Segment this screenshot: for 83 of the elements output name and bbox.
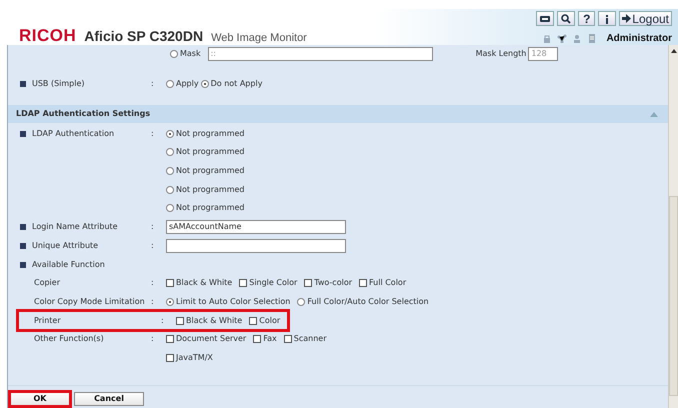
info-icon[interactable] xyxy=(598,11,616,26)
checkbox[interactable] xyxy=(166,279,174,288)
option-label: Single Color xyxy=(249,277,298,290)
radio-button[interactable] xyxy=(166,204,174,212)
document-icon xyxy=(587,34,598,43)
checkbox[interactable] xyxy=(249,316,258,325)
radio-button[interactable] xyxy=(166,130,174,138)
radio-button[interactable] xyxy=(166,167,174,176)
checkbox[interactable] xyxy=(239,279,248,288)
checkbox[interactable] xyxy=(176,316,184,325)
option-label: Do not Apply xyxy=(210,78,262,90)
colon: : xyxy=(151,128,155,140)
bullet-icon xyxy=(20,262,26,268)
section-title: LDAP Authentication Settings xyxy=(16,108,150,120)
colon: : xyxy=(151,78,155,90)
colon: : xyxy=(151,333,155,346)
bullet-icon xyxy=(20,81,26,88)
lock-icon xyxy=(542,34,552,43)
colon: : xyxy=(151,277,155,290)
option-label: Not programmed xyxy=(176,165,244,178)
text-field[interactable] xyxy=(166,238,346,253)
option-label: Scanner xyxy=(294,333,326,346)
bullet-icon xyxy=(20,224,26,230)
colon: : xyxy=(151,240,155,252)
field-label: Other Function(s) xyxy=(34,333,104,346)
option-label: Not programmed xyxy=(176,184,244,196)
radio-button[interactable] xyxy=(166,148,174,156)
colon: : xyxy=(161,314,165,327)
option-label: Fax xyxy=(263,333,277,346)
option-label: Color xyxy=(259,314,280,327)
model-name: Aficio SP C320DN xyxy=(84,27,204,46)
field-label: Mask Length xyxy=(476,48,526,60)
option-label: Limit to Auto Color Selection xyxy=(176,296,290,308)
radio-button[interactable] xyxy=(166,298,174,306)
user-icon xyxy=(572,34,582,43)
radio-button[interactable] xyxy=(297,298,306,306)
logout-button[interactable]: Logout xyxy=(619,11,672,26)
bullet-icon xyxy=(20,130,26,137)
colon: : xyxy=(151,296,155,308)
brand-logo: RICOH xyxy=(19,25,76,47)
colon: : xyxy=(151,221,155,234)
option-label: Not programmed xyxy=(176,146,244,158)
help-button[interactable]: ? xyxy=(578,11,596,26)
radio-button[interactable] xyxy=(170,50,178,58)
checkbox[interactable] xyxy=(284,335,292,344)
search-icon[interactable] xyxy=(557,11,576,26)
option-label: Black & White xyxy=(186,314,242,327)
text-field[interactable]: sAMAccountName xyxy=(166,220,346,234)
radio-button[interactable] xyxy=(166,80,174,88)
field-label: USB (Simple) xyxy=(32,78,85,90)
option-label: Document Server xyxy=(176,333,246,346)
option-label: Full Color xyxy=(369,277,406,290)
scroll-up-icon[interactable] xyxy=(670,49,676,53)
app-name: Web Image Monitor xyxy=(211,31,307,46)
bullet-icon xyxy=(20,242,26,249)
button-control[interactable]: Cancel xyxy=(74,392,144,406)
field-label: Printer xyxy=(34,314,61,327)
user-name: Administrator xyxy=(606,32,672,46)
field-label: Available Function xyxy=(32,258,105,271)
field-label: Unique Attribute xyxy=(32,240,98,252)
option-label: JavaTM/X xyxy=(176,352,213,364)
radio-button[interactable] xyxy=(166,186,174,194)
option-label: Two-color xyxy=(314,277,352,290)
option-label: Mask xyxy=(180,48,201,60)
option-label: Not programmed xyxy=(176,128,244,140)
scrollbar-thumb[interactable] xyxy=(669,196,678,396)
checkbox[interactable] xyxy=(304,279,312,288)
highlighted-button[interactable]: OK xyxy=(10,392,70,406)
option-label: Black & White xyxy=(176,277,232,290)
option-label: Apply xyxy=(176,78,199,90)
field-label: Color Copy Mode Limitation xyxy=(34,296,145,308)
field-label: LDAP Authentication xyxy=(32,128,114,140)
checkbox[interactable] xyxy=(166,354,174,362)
checkbox[interactable] xyxy=(166,335,174,344)
option-label: Not programmed xyxy=(176,202,244,214)
field-label: Copier xyxy=(34,277,60,290)
logout-icon[interactable] xyxy=(622,14,632,23)
card-icon[interactable] xyxy=(536,11,554,26)
field-label: Login Name Attribute xyxy=(32,221,118,234)
option-label: Full Color/Auto Color Selection xyxy=(307,296,429,308)
checkbox[interactable] xyxy=(253,335,262,344)
checkbox[interactable] xyxy=(359,279,367,288)
radio-button[interactable] xyxy=(200,80,209,88)
